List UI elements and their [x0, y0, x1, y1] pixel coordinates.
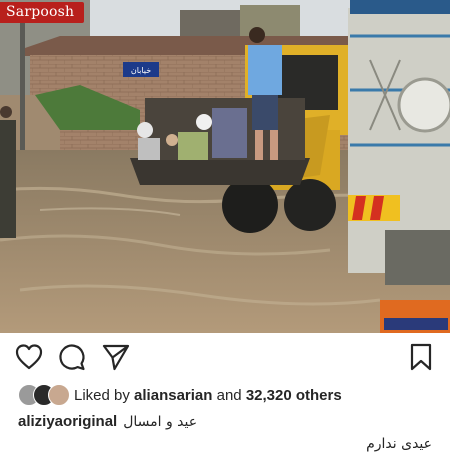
- bookmark-icon[interactable]: [406, 342, 436, 372]
- watermark-logo: Sarpoosh: [0, 2, 85, 23]
- caption-text: عید و امسال: [123, 414, 198, 430]
- caption-username-link[interactable]: aliziyaoriginal: [18, 413, 117, 430]
- liker-username-link[interactable]: aliansarian: [134, 387, 212, 404]
- avatar[interactable]: [48, 384, 70, 406]
- send-icon[interactable]: [101, 342, 131, 372]
- liker-avatars: [18, 384, 70, 406]
- post-photo[interactable]: خیابان Sarpoosh: [0, 0, 450, 333]
- heart-icon[interactable]: [14, 342, 44, 372]
- likes-row: Liked by aliansarian and 32,320 others: [18, 383, 342, 407]
- post-caption: aliziyaoriginal عید و امسال: [18, 413, 197, 430]
- likes-text: Liked by aliansarian and 32,320 others: [74, 386, 342, 404]
- others-likes-link[interactable]: 32,320 others: [246, 387, 342, 404]
- comment-icon[interactable]: [57, 342, 87, 372]
- caption-second-line: عیدی ندارم: [366, 436, 432, 452]
- svg-text:خیابان: خیابان: [131, 66, 151, 75]
- post-actions-bar: [0, 342, 450, 374]
- flood-scene-image: خیابان: [0, 0, 450, 333]
